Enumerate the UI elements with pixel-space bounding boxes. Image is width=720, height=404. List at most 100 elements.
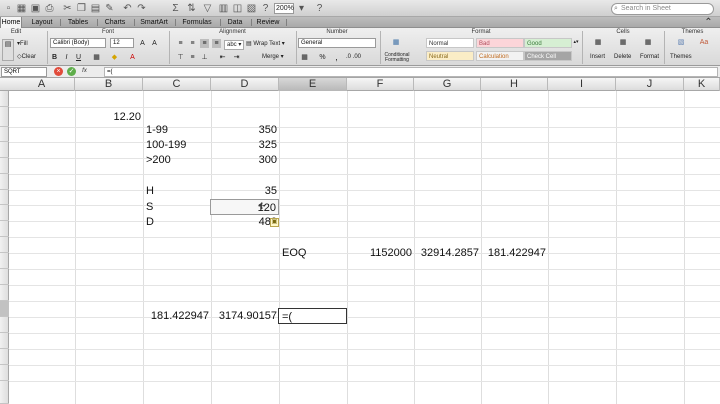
row-header[interactable] — [0, 269, 9, 285]
cell-c8[interactable]: D — [143, 214, 211, 230]
font-size-select[interactable]: 12 — [110, 38, 134, 48]
column-header-d[interactable]: D — [211, 78, 279, 91]
accounting-icon[interactable]: ▦ — [300, 53, 309, 62]
themes-icon[interactable]: ▧ — [674, 38, 688, 50]
delete-button[interactable]: Delete — [614, 53, 631, 61]
cell-b1[interactable]: 12.20 — [75, 107, 143, 127]
row-header[interactable] — [0, 107, 9, 127]
font-color-icon[interactable]: A — [128, 53, 137, 62]
cell-e10[interactable]: EOQ — [279, 245, 347, 261]
save-icon[interactable]: ▣ — [30, 3, 41, 14]
row-header[interactable] — [0, 127, 9, 142]
align-left-icon[interactable]: ≡ — [176, 39, 185, 48]
redo-icon[interactable]: ↷ — [136, 3, 147, 14]
column-header-a[interactable]: A — [9, 78, 75, 91]
cell-c14[interactable]: 181.422947 — [143, 308, 211, 324]
bold-button[interactable]: B — [50, 53, 59, 62]
cell-d14[interactable]: 3174.90157 — [211, 308, 279, 324]
tab-tables[interactable]: Tables — [64, 17, 92, 28]
new-icon[interactable]: ▫ — [3, 3, 14, 14]
fill-button[interactable]: ▾Fill — [17, 40, 28, 48]
format-painter-icon[interactable]: ✎ — [104, 3, 115, 14]
row-header[interactable] — [0, 91, 9, 107]
help-icon[interactable]: ? — [260, 3, 271, 14]
cell-g10[interactable]: 32914.2857 — [414, 245, 481, 261]
undo-icon[interactable]: ↶ — [122, 3, 133, 14]
search-in-sheet-input[interactable]: ⌕ Search in Sheet — [611, 3, 714, 15]
name-box[interactable]: SQRT — [1, 67, 47, 77]
column-header-b[interactable]: B — [75, 78, 143, 91]
number-format-select[interactable]: General — [298, 38, 376, 48]
tab-data[interactable]: Data — [224, 17, 246, 28]
merge-button[interactable]: Merge ▾ — [262, 53, 284, 61]
conditional-formatting-icon[interactable]: ▦ — [388, 38, 404, 52]
row-header[interactable] — [0, 142, 9, 158]
tab-smartart[interactable]: SmartArt — [138, 17, 170, 28]
row-header[interactable] — [0, 190, 9, 205]
grow-font-icon[interactable]: A — [138, 39, 147, 48]
clear-button[interactable]: ◇Clear — [17, 53, 36, 61]
fill-color-icon[interactable]: ◆ — [110, 53, 119, 62]
zoom-dropdown-icon[interactable]: ▾ — [296, 3, 307, 14]
italic-button[interactable]: I — [62, 53, 71, 62]
enter-icon[interactable]: ✓ — [67, 67, 76, 76]
column-header-c[interactable]: C — [143, 78, 211, 91]
cell-d2[interactable]: 350 — [211, 122, 279, 138]
cell-h10[interactable]: 181.422947 — [481, 245, 548, 261]
cell-d3[interactable]: 325 — [211, 137, 279, 153]
row-header[interactable] — [0, 317, 9, 333]
row-header[interactable] — [0, 381, 9, 404]
print-icon[interactable]: ⎙ — [44, 3, 55, 14]
ribbon-collapse-icon[interactable]: ⌃ — [703, 17, 714, 28]
theme-colors-icon[interactable]: Aa — [698, 38, 710, 50]
row-header[interactable] — [0, 365, 9, 381]
column-header-e[interactable]: E — [279, 78, 347, 91]
align-bottom-icon[interactable]: ⊥ — [200, 53, 209, 62]
cell-f10[interactable]: 1152000 — [347, 245, 414, 261]
cell-c6[interactable]: H — [143, 183, 211, 199]
align-middle-icon[interactable]: ≡ — [188, 53, 197, 62]
shrink-font-icon[interactable]: A — [150, 39, 159, 48]
underline-button[interactable]: U — [74, 53, 83, 62]
format-button[interactable]: Format — [640, 53, 659, 61]
row-header[interactable] — [0, 221, 9, 237]
style-good[interactable]: Good — [524, 38, 572, 48]
tab-formulas[interactable]: Formulas — [179, 17, 215, 28]
column-header-i[interactable]: I — [548, 78, 616, 91]
cell-d4[interactable]: 300 — [211, 152, 279, 168]
percent-button[interactable]: % — [318, 53, 327, 62]
cell-e14-editing[interactable]: =( — [278, 308, 347, 324]
orientation-button[interactable]: abc ▾ — [224, 40, 245, 50]
tab-layout[interactable]: Layout — [28, 17, 56, 28]
decimal-buttons[interactable]: .0 .00 — [346, 53, 361, 61]
fx-button[interactable]: fx — [80, 67, 89, 76]
align-center-icon[interactable]: ≡ — [188, 39, 197, 48]
style-neutral[interactable]: Neutral — [426, 51, 474, 61]
conditional-formatting-label[interactable]: Conditional Formatting — [382, 53, 412, 63]
cell-c7[interactable]: S — [143, 199, 211, 215]
row-header[interactable] — [0, 174, 9, 190]
borders-icon[interactable]: ▦ — [92, 53, 101, 62]
formula-input[interactable]: =( — [104, 67, 718, 77]
gallery-icon[interactable]: ▥ — [218, 3, 229, 14]
style-calculation[interactable]: Calculation — [476, 51, 524, 61]
column-header-h[interactable]: H — [481, 78, 548, 91]
cut-icon[interactable]: ✂ — [62, 3, 73, 14]
align-top-icon[interactable]: ⊤ — [176, 53, 185, 62]
style-normal[interactable]: Normal — [426, 38, 474, 48]
font-name-select[interactable]: Calibri (Body) — [50, 38, 106, 48]
column-header-g[interactable]: G — [414, 78, 481, 91]
row-header-selected[interactable] — [0, 301, 9, 317]
filter-icon[interactable]: ▽ — [202, 3, 213, 14]
tab-home[interactable]: Home — [0, 17, 22, 28]
style-bad[interactable]: Bad — [476, 38, 524, 48]
autosum-icon[interactable]: Σ — [170, 3, 181, 14]
row-header[interactable] — [0, 333, 9, 349]
row-header[interactable] — [0, 253, 9, 269]
delete-cells-icon[interactable]: ▦ — [617, 38, 629, 50]
insert-cells-icon[interactable]: ▦ — [592, 38, 604, 50]
column-header-f[interactable]: F — [347, 78, 414, 91]
align-right-icon[interactable]: ≡ — [200, 39, 209, 48]
paste-options-icon[interactable]: ▣ — [270, 218, 279, 227]
column-header-k[interactable]: K — [684, 78, 720, 91]
